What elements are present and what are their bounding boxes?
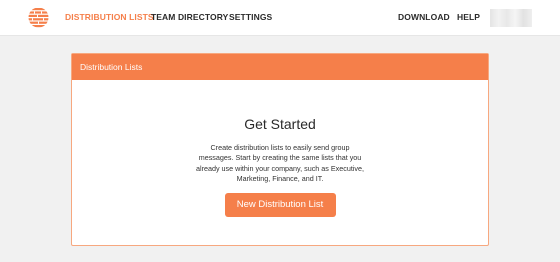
top-navigation-bar: DISTRIBUTION LISTS TEAM DIRECTORY SETTIN…	[0, 0, 560, 36]
new-distribution-list-button[interactable]: New Distribution List	[224, 192, 336, 217]
empty-state-description: Create distribution lists to easily send…	[195, 143, 365, 184]
nav-team-directory[interactable]: TEAM DIRECTORY	[151, 12, 228, 22]
nav-settings[interactable]: SETTINGS	[229, 12, 272, 22]
card-header-title: Distribution Lists	[80, 62, 143, 72]
nav-help[interactable]: HELP	[457, 12, 480, 22]
user-avatar[interactable]	[490, 9, 532, 27]
app-logo-icon[interactable]	[28, 7, 49, 28]
card-body: Get Started Create distribution lists to…	[72, 116, 488, 217]
get-started-heading: Get Started	[244, 116, 316, 132]
nav-distribution-lists[interactable]: DISTRIBUTION LISTS	[65, 12, 154, 22]
distribution-lists-card: Distribution Lists Get Started Create di…	[71, 53, 489, 246]
nav-download[interactable]: DOWNLOAD	[398, 12, 450, 22]
card-header: Distribution Lists	[72, 54, 488, 80]
